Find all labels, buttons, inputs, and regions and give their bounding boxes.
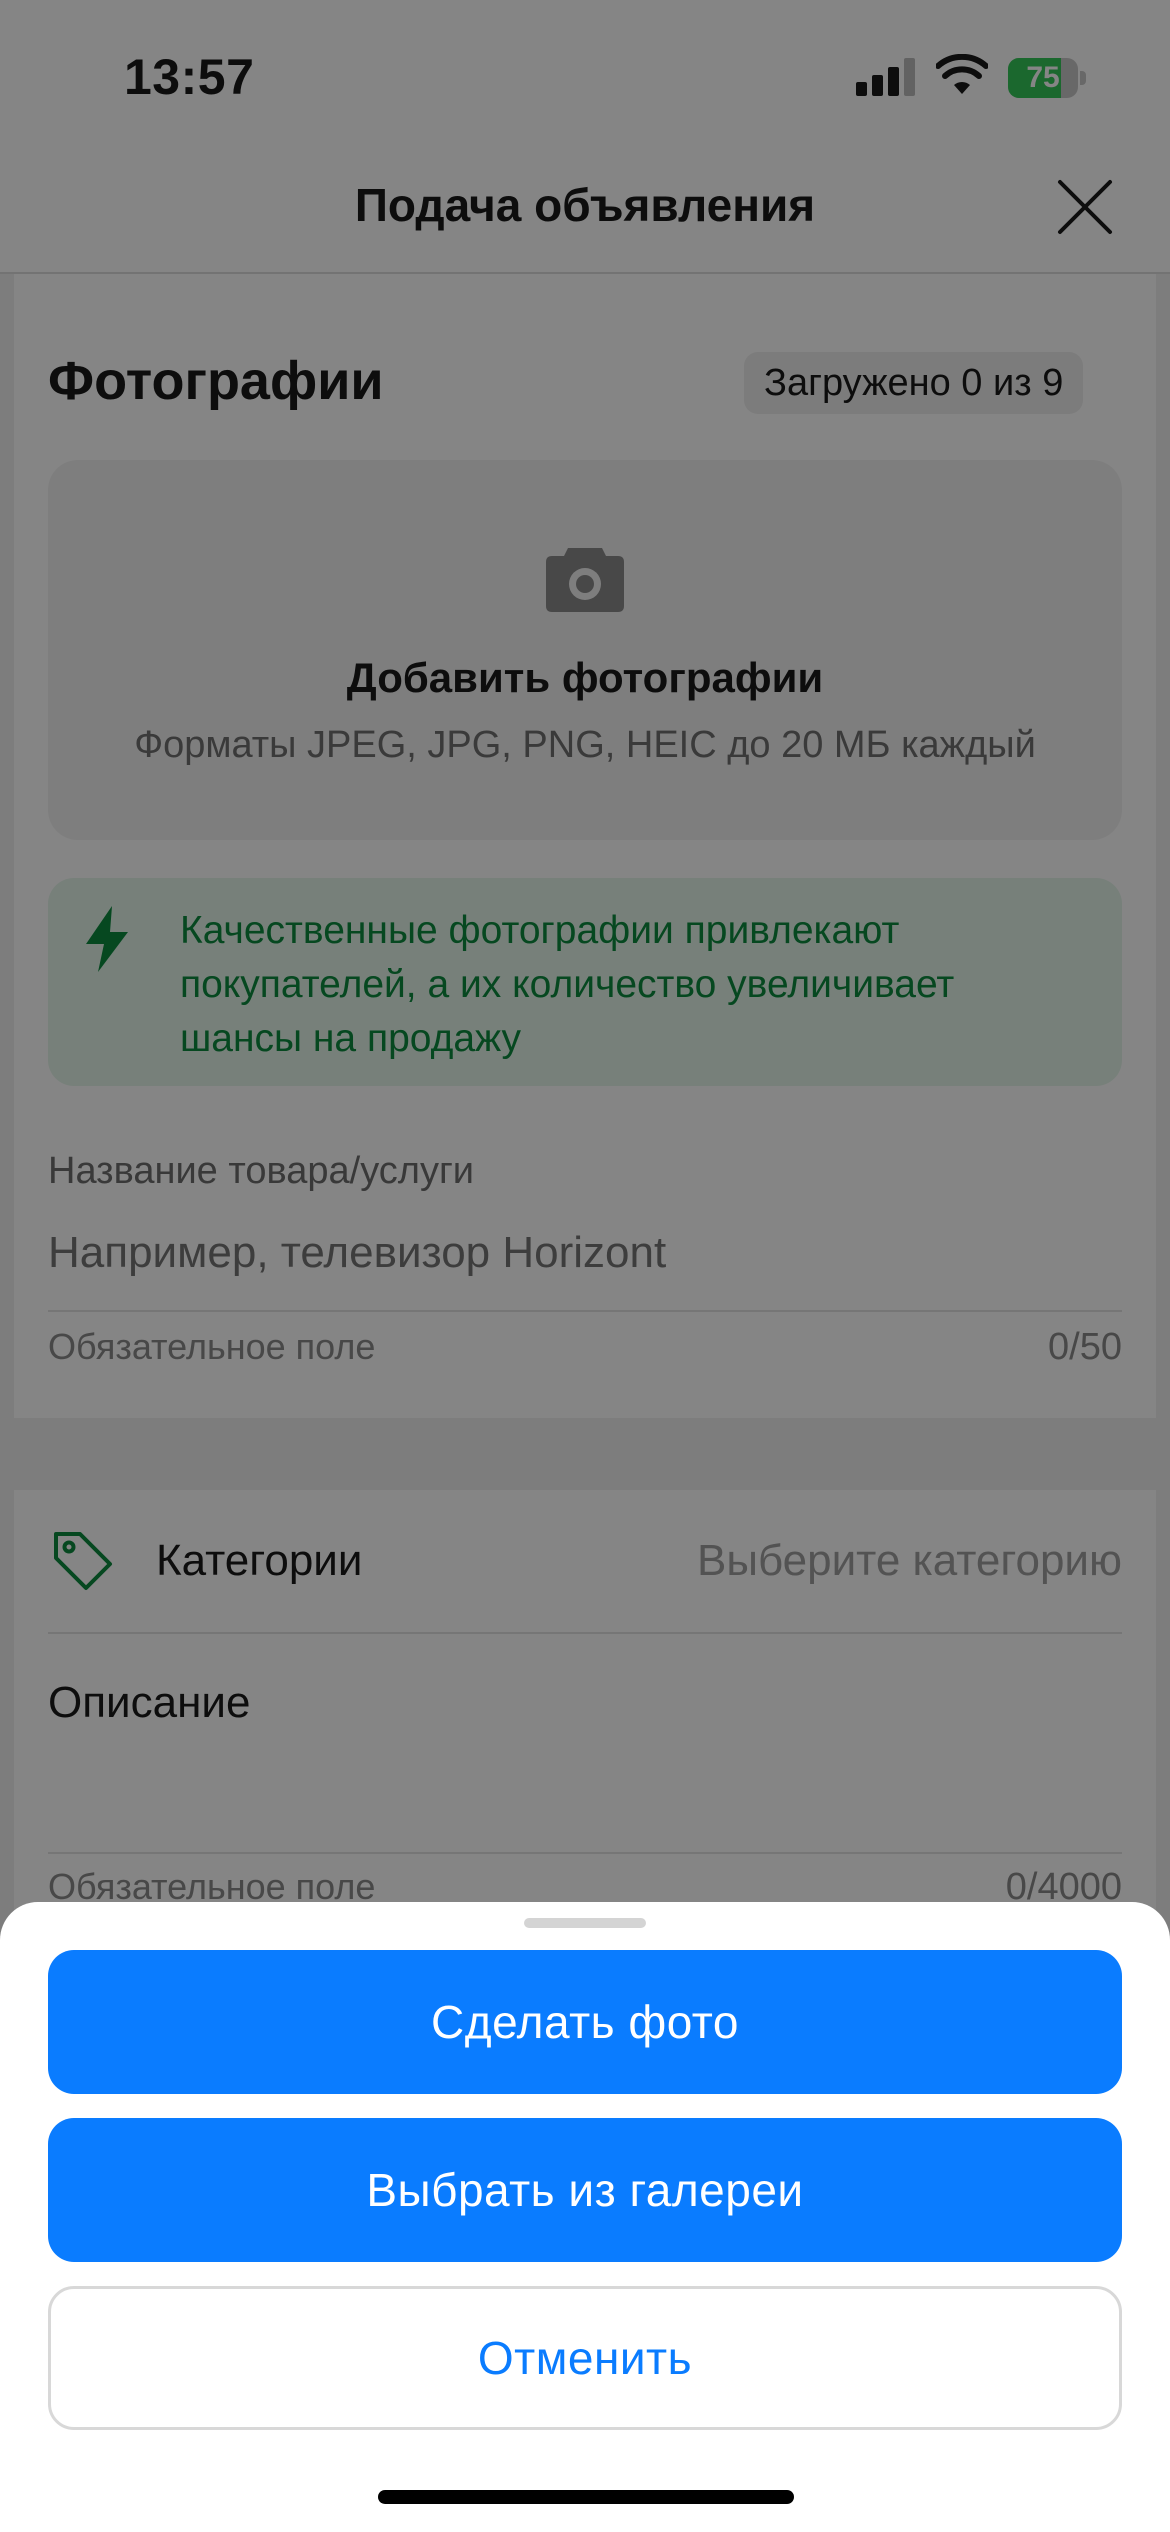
screen: 13:57 75 Подача объявления Фотографии За… [0,0,1170,2532]
take-photo-button[interactable]: Сделать фото [48,1950,1122,2094]
cancel-button[interactable]: Отменить [48,2286,1122,2430]
sheet-grabber[interactable] [524,1918,646,1928]
home-indicator [378,2490,794,2504]
choose-from-gallery-button[interactable]: Выбрать из галереи [48,2118,1122,2262]
